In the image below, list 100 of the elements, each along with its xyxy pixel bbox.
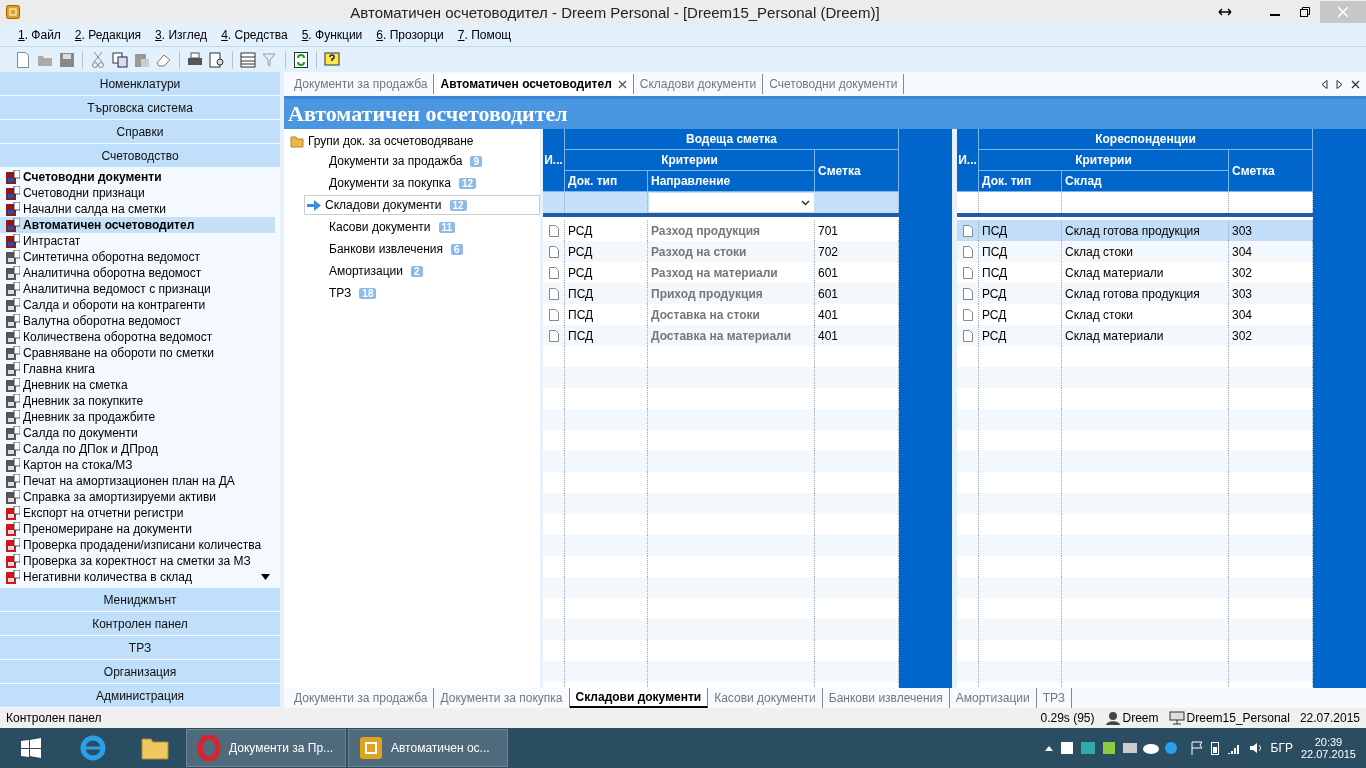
menu-item[interactable]: 5. Функции [299,28,365,42]
page-title: Автоматичен осчетоводител [284,96,1366,129]
report-icon [6,458,20,472]
sidebar-item[interactable]: Справка за амортизируеми активи [0,489,275,505]
sidebar-item[interactable]: Дневник за продажбите [0,409,275,425]
table-row[interactable]: РСД Склад готова продукция 303 [957,283,1313,304]
count-badge: 12 [459,177,477,189]
sidebar-item[interactable]: Проверка за коректност на сметки за МЗ [0,553,275,569]
status-text: Контролен панел [6,711,102,725]
tree-item[interactable]: Банкови извлечения 6 [326,239,540,259]
report-icon [6,394,20,408]
tree-item[interactable]: Касови документи 11 [326,217,540,237]
new-icon[interactable] [14,50,32,69]
sidebar-item[interactable]: Счетоводни документи [0,169,275,185]
close-icon[interactable] [617,79,627,89]
tab[interactable]: Складови документи [569,688,709,708]
save-icon[interactable] [58,50,76,69]
menu-item[interactable]: 1. Файл [16,28,63,42]
sidebar-section[interactable]: ТРЗ [0,636,280,659]
flag-icon [1190,741,1203,755]
help-icon[interactable] [323,50,341,69]
report-icon [6,298,20,312]
menu-item[interactable]: 7. Помощ [455,28,514,42]
browser-icon[interactable] [79,734,107,762]
report-icon [6,378,20,392]
sidebar-item[interactable]: Експорт на отчетни регистри [0,505,275,521]
scroll-down-icon[interactable] [261,574,270,580]
sidebar-section[interactable]: Справки [0,120,280,143]
table-row[interactable]: РСД Разход на стоки 702 [543,241,899,262]
report-icon [6,266,20,280]
sidebar-section[interactable]: Администрация [0,684,280,707]
table-row[interactable]: ПСД Приход продукция 601 [543,283,899,304]
copy-icon[interactable] [111,50,129,69]
document-icon [962,308,973,321]
tab[interactable]: Счетоводни документи [763,74,905,94]
count-badge: 12 [449,199,467,211]
taskbar-window[interactable]: Документи за Пр... [186,729,346,767]
resize-icon[interactable] [1218,8,1232,16]
sidebar-item[interactable]: Картон на стока/МЗ [0,457,275,473]
sidebar-item[interactable]: Синтетична оборотна ведомост [0,249,275,265]
sidebar-item[interactable]: Главна книга [0,361,275,377]
language-indicator[interactable]: БГР [1270,741,1293,755]
tree-item[interactable]: Документи за покупка 12 [326,173,540,193]
caret-icon [801,199,810,206]
windows-logo-icon[interactable] [21,738,41,758]
sidebar-item[interactable]: Проверка продадени/изписани количества [0,537,275,553]
group-header: Критерии [565,150,815,171]
sidebar-item[interactable]: Дневник за покупките [0,393,275,409]
sidebar-item[interactable]: Печат на амортизационен план на ДА [0,473,275,489]
tree-item[interactable]: ТРЗ 18 [326,283,540,303]
tree-item[interactable]: Документи за продажба 9 [326,151,540,171]
sidebar-item[interactable]: Начални салда на сметки [0,201,275,217]
sidebar-section[interactable]: Търговска система [0,96,280,119]
clock[interactable]: 20:39 22.07.2015 [1300,736,1356,760]
sidebar-item[interactable]: Количествена оборотна ведомост [0,329,275,345]
scroll-left-icon[interactable] [1321,79,1328,89]
sidebar-section[interactable]: Номенклатури [0,72,280,95]
scroll-right-icon[interactable] [1336,79,1343,89]
ledger-icon [6,170,20,184]
sidebar-item[interactable]: Дневник на сметка [0,377,275,393]
sidebar-item[interactable]: Сравняване на обороти по сметки [0,345,275,361]
sidebar-item[interactable]: Интрастат [0,233,275,249]
sidebar-item[interactable]: Салда и обороти на контрагенти [0,297,275,313]
tab[interactable]: Складови документи [633,74,764,94]
tree-item[interactable]: Амортизации 2 [326,261,540,281]
menu-item[interactable]: 2. Редакция [72,28,144,42]
sidebar-item[interactable]: Негативни количества в склад [0,569,275,585]
sidebar-item[interactable]: Аналитична оборотна ведомост [0,265,275,281]
table-row[interactable]: ПСД Доставка на материали 401 [543,325,899,346]
sidebar-section[interactable]: Счетоводство [0,144,280,167]
sidebar-item[interactable]: Счетоводни признаци [0,185,275,201]
sidebar-item[interactable]: Салда по документи [0,425,275,441]
tree-item[interactable]: Складови документи 12 [304,195,540,215]
menu-item[interactable]: 4. Средства [219,28,290,42]
taskbar-window[interactable]: Автоматичен ос... [348,729,508,767]
table-row[interactable]: ПСД Склад стоки 304 [957,241,1313,262]
sidebar-item[interactable]: Автоматичен осчетоводител [0,217,275,233]
sidebar-item[interactable]: Валутна оборотна ведомост [0,313,275,329]
sidebar-section[interactable]: Организация [0,660,280,683]
table-row[interactable]: РСД Склад материали 302 [957,325,1313,346]
cut-icon[interactable] [89,50,107,69]
table-row[interactable]: ПСД Склад готова продукция 303 [957,220,1313,241]
o-ring-icon [197,735,221,761]
sidebar-section[interactable]: Мениджмънт [0,588,280,611]
sidebar-item[interactable]: Преномериране на документи [0,521,275,537]
sidebar-section[interactable]: Контролен панел [0,612,280,635]
tab[interactable]: Автоматичен осчетоводител [434,74,634,94]
menu-item[interactable]: 6. Прозорци [374,28,446,42]
menu-item[interactable]: 3. Изглед [153,28,210,42]
tree-root[interactable]: Групи док. за осчетоводяване [308,134,474,148]
table-icon[interactable] [239,50,257,69]
close-icon[interactable] [1351,79,1360,89]
restore-icon[interactable] [1300,7,1310,17]
sidebar-item[interactable]: Салда по ДПок и ДПрод [0,441,275,457]
print-preview-icon[interactable] [208,50,226,69]
document-icon [962,245,973,258]
folder-icon[interactable] [141,736,169,760]
sidebar-item[interactable]: Аналитична ведомост с признаци [0,281,275,297]
status-database: Dreem15_Personal [1186,711,1290,725]
refresh-icon[interactable] [292,50,310,69]
